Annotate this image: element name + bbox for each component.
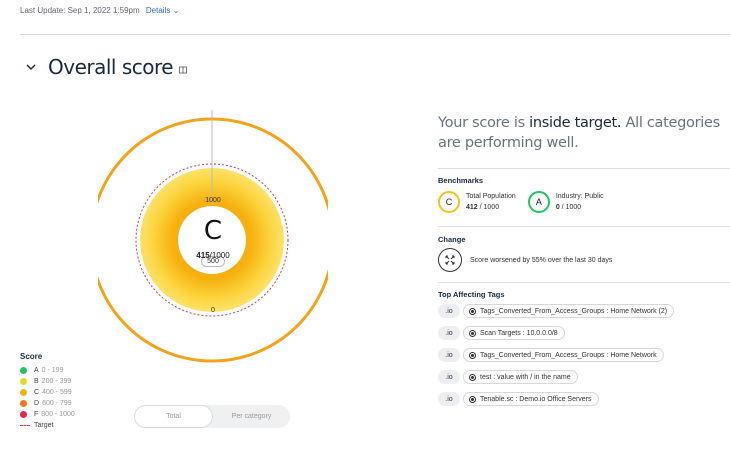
legend-dot-icon [20,389,27,396]
benchmark-grade-badge: C [438,191,460,213]
legend-target-label: Target [34,422,54,429]
score-readout: 415/1000 [196,251,229,260]
tag-chip[interactable]: Tenable.sc : Demo.io Office Servers [463,392,599,406]
change-title: Change [438,235,466,244]
change-text: Score worsened by 55% over the last 30 d… [470,256,613,264]
tag-source-badge: .io [438,392,460,406]
benchmark-total: / 1000 [477,204,500,211]
score-total: /1000 [209,251,230,260]
summary-headline: Your score is inside target. All categor… [438,113,730,153]
tag-label: Tags_Converted_From_Access_Groups : Home… [480,307,668,315]
legend-row-f: F 800 - 1000 [20,409,75,420]
legend-grade: B [34,378,39,385]
tick-max: 1000 [205,197,221,204]
divider [438,168,730,169]
tag-row: .io Tags_Converted_From_Access_Groups : H… [438,304,675,318]
tag-source-badge: .io [438,348,460,362]
legend-range: 800 - 1000 [41,411,75,418]
legend-grade: F [34,411,39,418]
tag-label: Scan Targets : 10.0.0.0/8 [480,329,558,337]
legend-dot-icon [20,400,27,407]
tag-label: test : value with / in the name [480,373,571,381]
tag-row: .io Tenable.sc : Demo.io Office Servers [438,392,599,406]
tick-min: 0 [211,307,215,314]
tag-bullet-icon [470,374,475,380]
legend-grade: A [34,367,39,374]
tag-chip[interactable]: Tags_Converted_From_Access_Groups : Home… [463,348,664,362]
benchmarks-row: C Total Population 412 / 1000 A Industry… [438,191,616,213]
legend-range: 400 - 599 [42,389,72,396]
toggle-per-category[interactable]: Per category [213,405,290,428]
tag-source-badge: .io [438,370,460,384]
details-label: Details [145,6,171,15]
tag-chip[interactable]: Tags_Converted_From_Access_Groups : Home… [463,304,675,318]
book-icon[interactable] [179,66,187,74]
tag-row: .io Tags_Converted_From_Access_Groups : H… [438,348,664,362]
view-toggle: Total Per category [134,405,290,428]
legend-items: A0 - 199 B 200 - 399 C 400 - 599 D 600 - 799 F 8… [20,365,75,420]
divider [438,282,730,283]
summary-prefix: Your score is [438,115,530,131]
benchmark-grade-badge: A [527,191,550,213]
benchmark-value: 0 / 1000 [556,202,604,213]
tags-title: Top Affecting Tags [438,290,505,299]
legend-range: 600 - 799 [42,400,72,407]
last-update-bar: Last Update: Sep 1, 2022 1:59pm Details … [20,6,179,15]
legend-dot-icon [20,411,27,418]
legend-row-a: A0 - 199 [20,365,75,376]
score-summary: Your score is inside target. All categor… [438,113,730,153]
legend-range: 200 - 399 [41,378,72,385]
benchmark-industry: A Industry: Public 0 / 1000 [527,191,604,213]
tag-bullet-icon [470,352,475,358]
divider [438,226,730,227]
tag-row: .io Scan Targets : 10.0.0.0/8 [438,326,565,340]
benchmark-value: 412 / 1000 [466,202,516,213]
last-update-text: Last Update: Sep 1, 2022 1:59pm [20,6,140,15]
tag-chip[interactable]: Scan Targets : 10.0.0.0/8 [463,326,565,340]
legend-row-d: D 600 - 799 [20,398,75,409]
score-legend: Score A0 - 199 B 200 - 399 C 400 - 599 D 600 -… [20,352,75,431]
benchmark-total: / 1000 [559,204,582,211]
divider [20,34,730,35]
legend-grade: C [34,389,40,396]
details-link[interactable]: Details ⌄ [146,6,179,15]
legend-range: 0 - 199 [41,367,64,374]
grade-letter: C [203,216,223,246]
legend-row-b: B 200 - 399 [20,376,75,387]
page-title: Overall score [48,55,174,79]
benchmarks-title: Benchmarks [438,176,484,185]
benchmark-total-population: C Total Population 412 / 1000 [438,191,516,213]
tag-label: Tags_Converted_From_Access_Groups : Home… [480,351,657,359]
tag-label: Tenable.sc : Demo.io Office Servers [480,395,592,403]
tag-bullet-icon [470,330,475,336]
change-row: Score worsened by 55% over the last 30 d… [438,248,612,272]
legend-title: Score [20,352,43,361]
target-dash-icon [20,425,30,426]
legend-dot-icon [20,367,27,374]
benchmark-score: 412 [466,204,478,211]
section-header: Overall score [26,55,187,79]
benchmark-label: Total Population [466,193,516,200]
tag-bullet-icon [470,308,475,314]
legend-dot-icon [20,378,27,385]
tag-chip[interactable]: test : value with / in the name [463,370,578,384]
benchmark-text: Industry: Public 0 / 1000 [556,191,604,213]
tag-source-badge: .io [438,326,460,340]
chevron-down-icon[interactable] [26,62,36,72]
grade-center: C 415/1000 [178,217,248,263]
summary-status: inside target. [529,115,622,131]
benchmark-text: Total Population 412 / 1000 [466,191,516,213]
legend-target: Target [20,420,75,431]
trend-icon [438,248,462,272]
score-gauge: 1000 500 0 C 415/1000 [98,96,328,386]
legend-grade: D [34,400,40,407]
tag-row: .io test : value with / in the name [438,370,578,384]
tag-bullet-icon [470,396,475,402]
tag-source-badge: .io [438,304,460,318]
benchmark-label: Industry: Public [555,193,604,200]
chevron-down-icon: ⌄ [172,6,180,15]
score-value: 415 [196,251,210,260]
legend-row-c: C 400 - 599 [20,387,75,398]
toggle-total[interactable]: Total [134,405,213,428]
